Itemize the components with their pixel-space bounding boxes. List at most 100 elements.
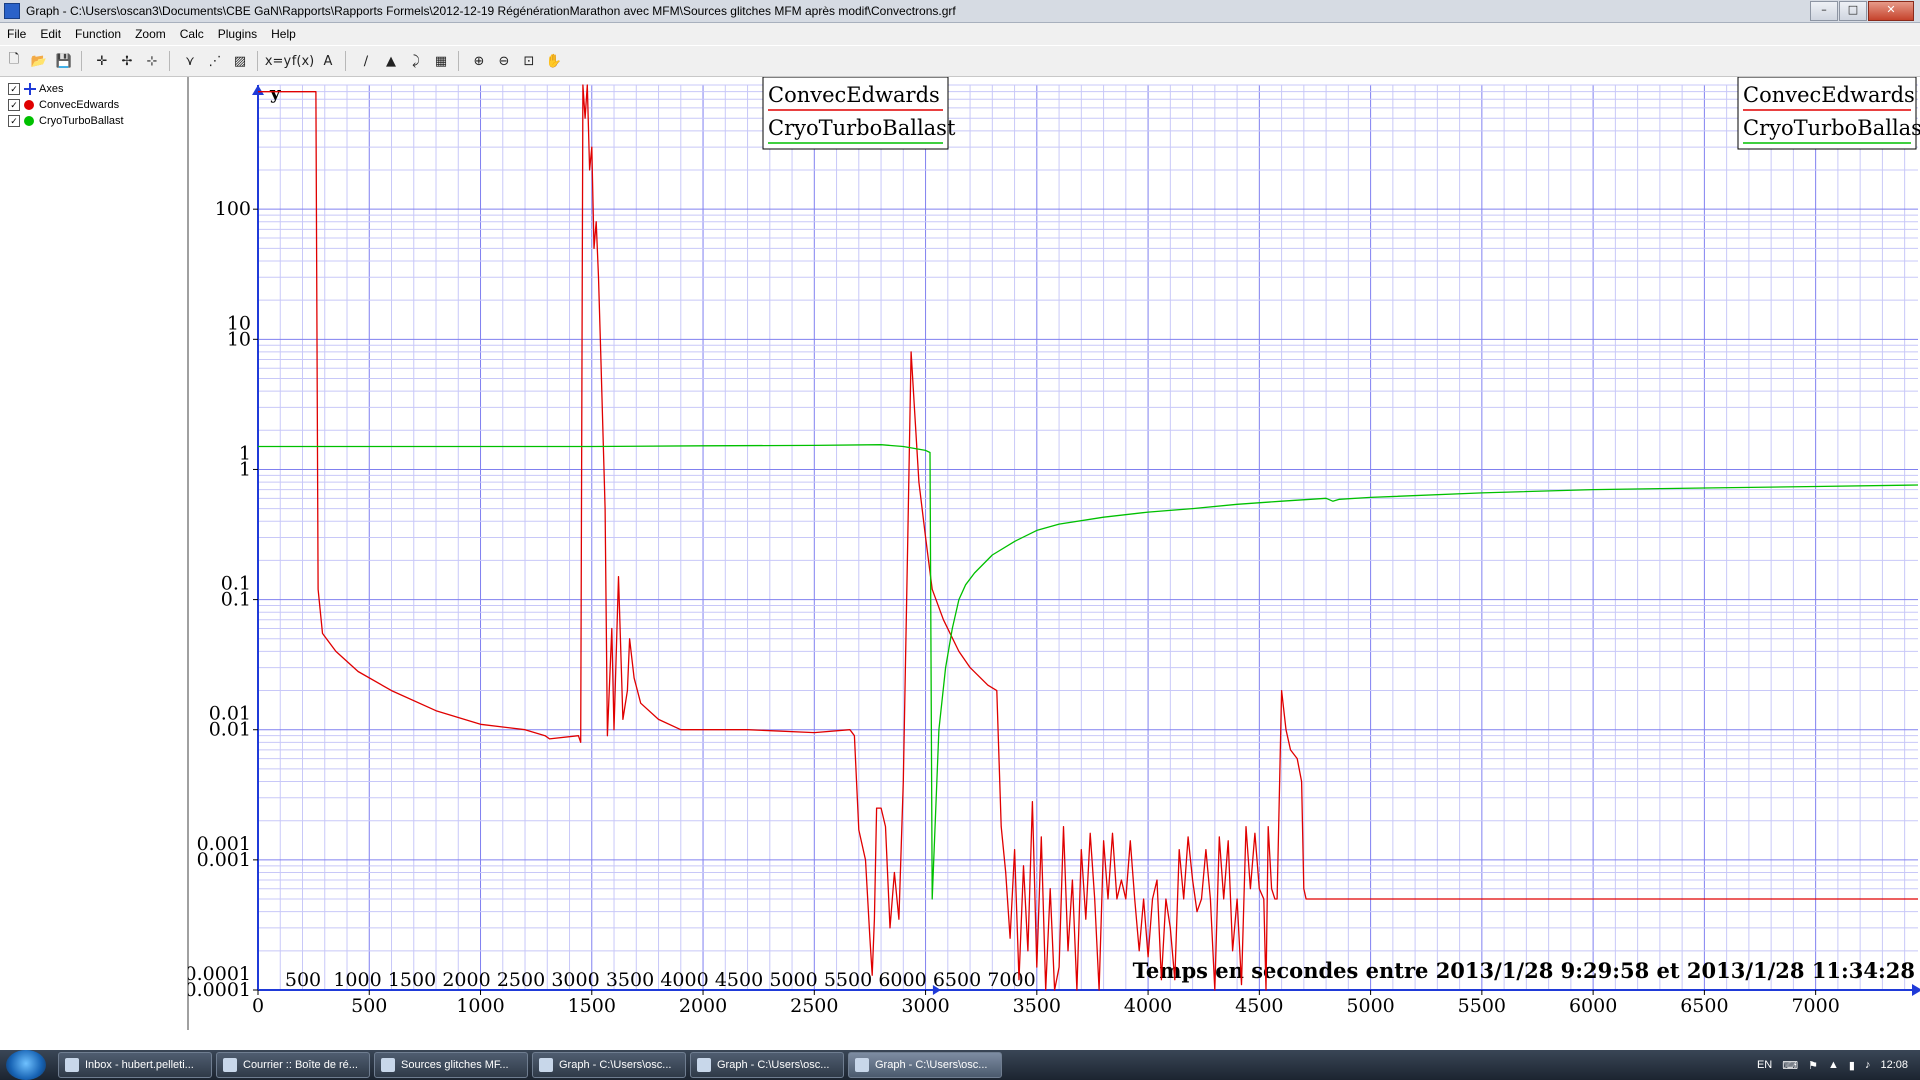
x-tick-label-ghost: 1500 (388, 969, 436, 991)
x-tick-label: 4000 (1124, 995, 1172, 1017)
x-tick-label: 7000 (1791, 995, 1839, 1017)
taskbar-item-graph-3[interactable]: Graph - C:\Users\osc... (848, 1052, 1002, 1078)
cryoturboballast-checkbox[interactable]: ✓ (8, 115, 20, 127)
graph-app-icon (539, 1058, 553, 1072)
x-axis-title: Temps en secondes entre 2013/1/28 9:29:5… (1133, 958, 1915, 983)
menu-function[interactable]: Function (68, 27, 128, 41)
menu-calc[interactable]: Calc (173, 27, 211, 41)
x-tick-label: 0 (252, 995, 264, 1017)
x-tick-label-ghost: 2500 (497, 969, 545, 991)
minimize-button[interactable]: – (1810, 1, 1838, 21)
menu-help[interactable]: Help (264, 27, 303, 41)
x-tick-label: 4500 (1235, 995, 1283, 1017)
clock[interactable]: 12:08 (1880, 1059, 1908, 1071)
move-hand-icon[interactable]: ✋ (543, 50, 565, 72)
taskbar-item-graph-2[interactable]: Graph - C:\Users\osc... (690, 1052, 844, 1078)
x-tick-label: 3000 (901, 995, 949, 1017)
maximize-button[interactable]: □ (1839, 1, 1867, 21)
firefox-icon (223, 1058, 237, 1072)
convecedwards-checkbox[interactable]: ✓ (8, 99, 20, 111)
x-tick-label-ghost: 500 (285, 969, 321, 991)
legend-label: CryoTurboBallast (768, 116, 956, 140)
x-tick-label-ghost: 5000 (769, 969, 817, 991)
language-indicator[interactable]: EN (1757, 1059, 1772, 1071)
insert-point-series-icon[interactable]: ⊹ (141, 50, 163, 72)
taskbar-item-graph-1[interactable]: Graph - C:\Users\osc... (532, 1052, 686, 1078)
x-tick-label-ghost: 5500 (824, 969, 872, 991)
taskbar-item-courrier[interactable]: Courrier :: Boîte de ré... (216, 1052, 370, 1078)
function-label: CryoTurboBallast (39, 115, 124, 127)
legend-label: ConvecEdwards (768, 83, 940, 107)
grid-table-icon[interactable]: ▦ (430, 50, 452, 72)
y-tick-label: 1 (239, 458, 251, 480)
graph-app-icon (697, 1058, 711, 1072)
taskbar-label: Courrier :: Boîte de ré... (243, 1059, 358, 1071)
table-icon[interactable]: f(x) (292, 50, 314, 72)
flag-icon[interactable]: ⚑ (1808, 1059, 1818, 1072)
label-icon[interactable]: A (317, 50, 339, 72)
y-tick-label: 0.0001 (188, 979, 251, 1001)
show-hidden-icon[interactable]: ▲ (1828, 1059, 1839, 1071)
insert-tangent-icon[interactable]: ✢ (116, 50, 138, 72)
function-list-item-convecedwards[interactable]: ✓ ConvecEdwards (0, 97, 187, 113)
edit-icon[interactable]: ⋎ (179, 50, 201, 72)
window-controls: – □ ✕ (1809, 1, 1914, 21)
network-icon[interactable]: ▮ (1849, 1059, 1855, 1072)
legend-label: CryoTurboBallast (1743, 116, 1920, 140)
toolbar-separator (345, 51, 346, 71)
x-tick-label: 500 (351, 995, 387, 1017)
green-dot-icon (24, 116, 34, 126)
taskbar-item-folder[interactable]: Sources glitches MF... (374, 1052, 528, 1078)
trendline-icon[interactable]: ∕ (355, 50, 377, 72)
y-tick-label: 0.01 (209, 719, 251, 741)
area-icon[interactable]: ▲ (380, 50, 402, 72)
new-file-icon[interactable]: 🗋 (3, 50, 25, 72)
delete-icon[interactable]: ⋰ (204, 50, 226, 72)
evaluate-icon[interactable]: x=y (265, 50, 291, 72)
axes-icon (24, 83, 36, 95)
function-list-item-axes[interactable]: ✓ Axes (0, 81, 187, 97)
save-icon[interactable]: 💾 (53, 50, 75, 72)
x-tick-label-ghost: 4000 (660, 969, 708, 991)
x-tick-label: 1000 (456, 995, 504, 1017)
y-axis-arrow-icon (252, 85, 264, 95)
y-tick-label: 0.001 (197, 849, 251, 871)
menu-bar: File Edit Function Zoom Calc Plugins Hel… (0, 23, 1920, 45)
x-tick-label: 6000 (1569, 995, 1617, 1017)
volume-icon[interactable]: ♪ (1865, 1059, 1871, 1071)
taskbar-item-inbox[interactable]: Inbox - hubert.pelleti... (58, 1052, 212, 1078)
x-tick-label: 3500 (1013, 995, 1061, 1017)
shade-icon[interactable]: ▨ (229, 50, 251, 72)
taskbar-label: Graph - C:\Users\osc... (875, 1059, 988, 1071)
function-list-panel: ✓ Axes ✓ ConvecEdwards ✓ CryoTurboBallas… (0, 77, 189, 1030)
x-tick-label: 6500 (1680, 995, 1728, 1017)
zoom-square-icon[interactable]: ⊡ (518, 50, 540, 72)
y-axis-label: y (269, 83, 281, 104)
menu-file[interactable]: File (0, 27, 33, 41)
x-tick-label-ghost: 6000 (878, 969, 926, 991)
toolbar-separator (458, 51, 459, 71)
y-tick-label: 10 (227, 328, 251, 350)
zoom-in-icon[interactable]: ⊕ (468, 50, 490, 72)
axes-checkbox[interactable]: ✓ (8, 83, 20, 95)
taskbar: Inbox - hubert.pelleti... Courrier :: Bo… (0, 1050, 1920, 1080)
taskbar-label: Sources glitches MF... (401, 1059, 509, 1071)
function-list-item-cryoturboballast[interactable]: ✓ CryoTurboBallast (0, 113, 187, 129)
menu-edit[interactable]: Edit (33, 27, 68, 41)
window-title: Graph - C:\Users\oscan3\Documents\CBE Ga… (26, 4, 956, 18)
x-tick-label: 2000 (679, 995, 727, 1017)
measure-icon[interactable]: ⤸ (405, 50, 427, 72)
insert-function-icon[interactable]: ✛ (91, 50, 113, 72)
y-tick-label: 100 (215, 198, 251, 220)
open-file-icon[interactable]: 📂 (28, 50, 50, 72)
system-tray: EN ⌨ ⚑ ▲ ▮ ♪ 12:08 (1747, 1050, 1908, 1080)
keyboard-icon[interactable]: ⌨ (1782, 1059, 1798, 1072)
zoom-out-icon[interactable]: ⊖ (493, 50, 515, 72)
close-button[interactable]: ✕ (1868, 1, 1914, 21)
menu-plugins[interactable]: Plugins (211, 27, 264, 41)
y-tick-label: 0.1 (221, 589, 251, 611)
menu-zoom[interactable]: Zoom (128, 27, 173, 41)
graph-plot-area[interactable]: y1010.10.010.0010.00011001010.10.010.001… (188, 77, 1920, 1030)
taskbar-label: Inbox - hubert.pelleti... (85, 1059, 194, 1071)
start-button[interactable] (6, 1050, 46, 1080)
